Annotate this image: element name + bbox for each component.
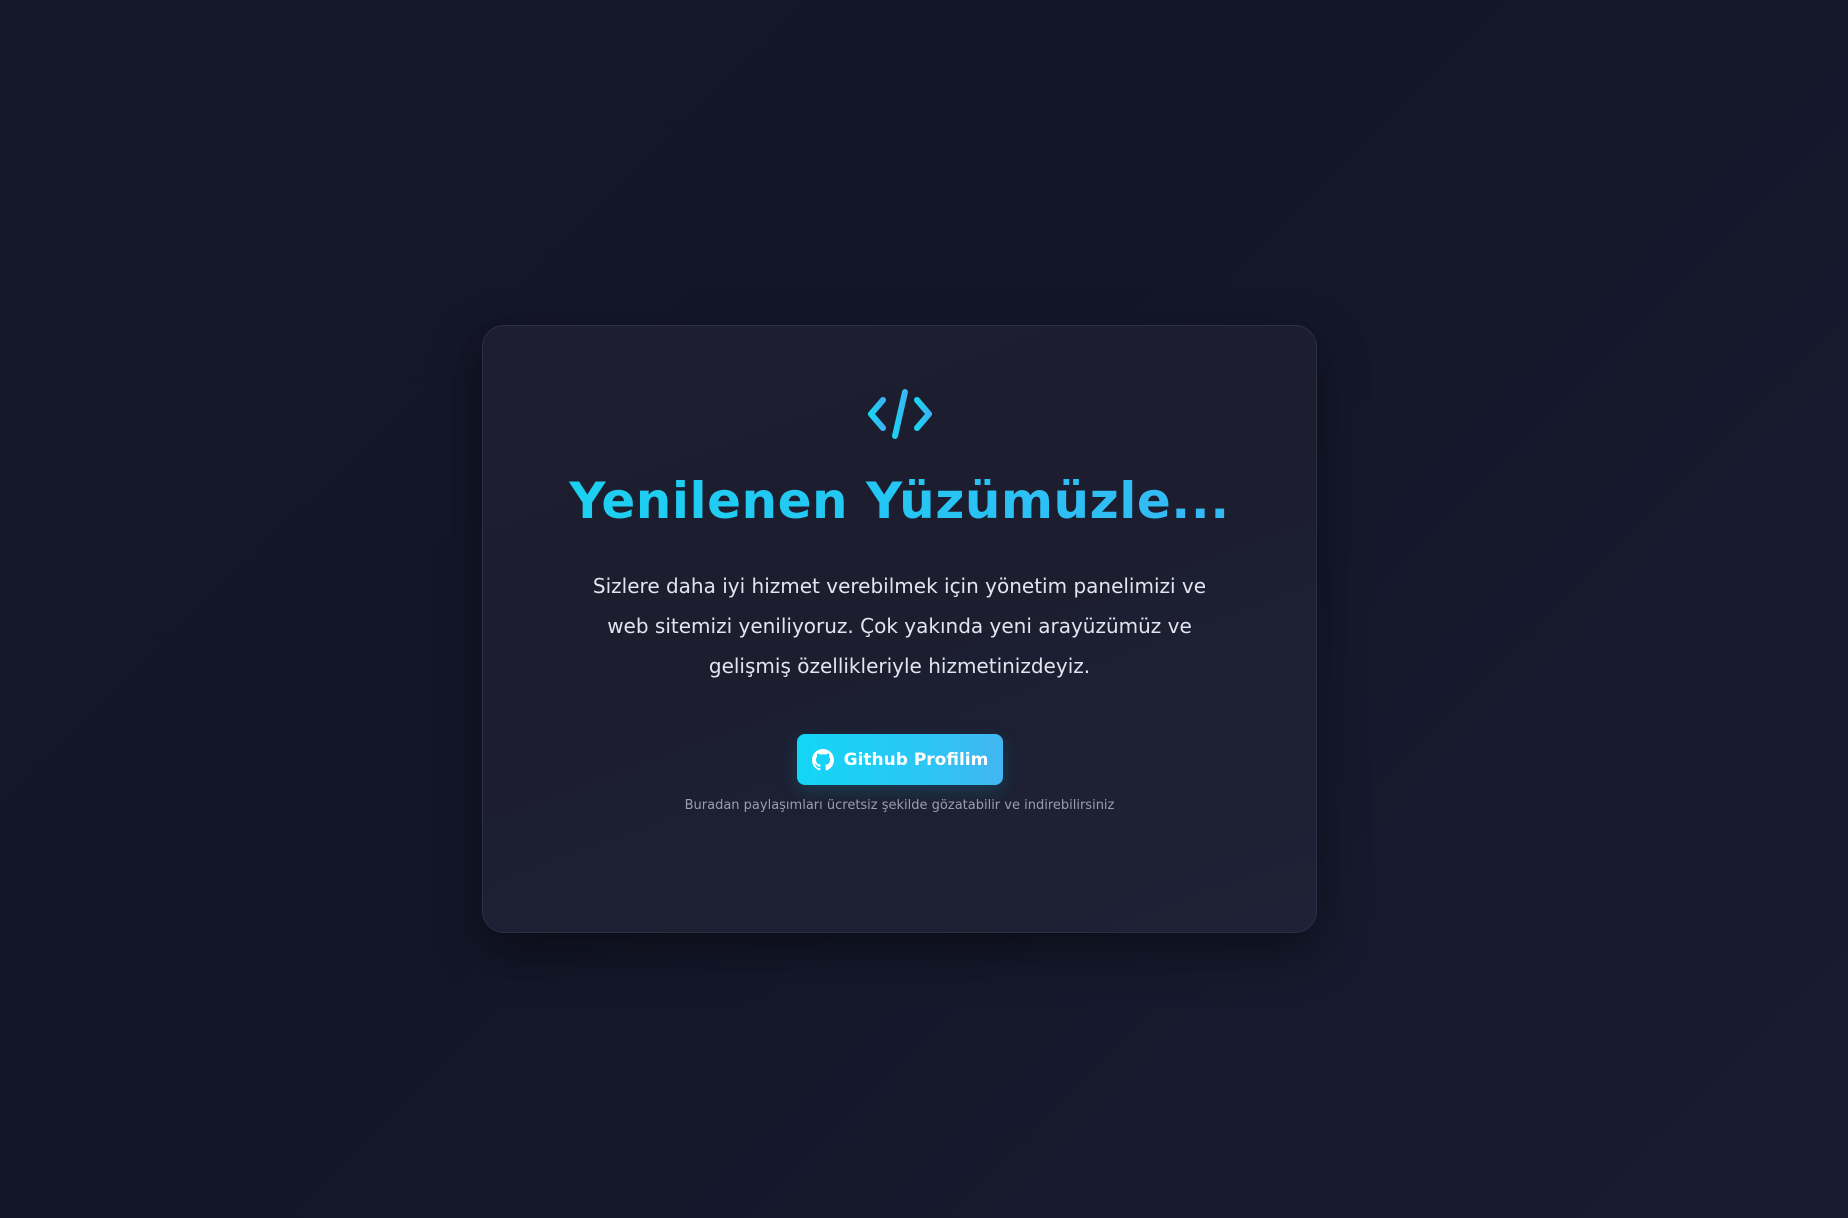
github-icon	[811, 748, 834, 770]
page-title: Yenilenen Yüzümüzle...	[483, 470, 1316, 532]
code-icon	[867, 389, 932, 439]
description-text: Sizlere daha iyi hizmet verebilmek için …	[592, 574, 1207, 678]
github-button-label: Github Profilim	[843, 749, 989, 770]
helper-note: Buradan paylaşımları ücretsiz şekilde gö…	[684, 798, 1115, 813]
github-profile-button[interactable]: Github Profilim	[797, 734, 1003, 785]
coming-soon-card: Yenilenen Yüzümüzle... Sizlere daha iyi …	[482, 325, 1317, 933]
